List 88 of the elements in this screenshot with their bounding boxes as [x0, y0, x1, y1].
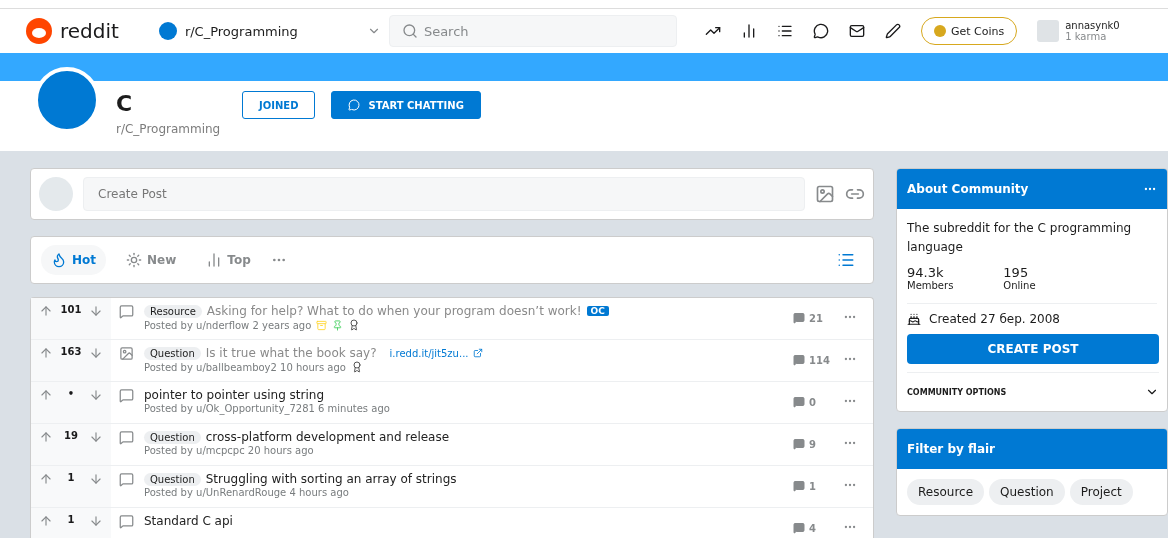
text-post-icon: [119, 472, 134, 487]
post-meta: Posted by u/ballbeamboy2 10 hours ago: [144, 361, 346, 373]
community-description: The subreddit for the C programming language: [907, 220, 1133, 256]
vote-count: 101: [59, 304, 83, 315]
post-link[interactable]: i.redd.it/jit5zu...: [389, 347, 469, 359]
stat-label: Members: [907, 280, 954, 291]
flair-filter-tag[interactable]: Project: [1069, 479, 1133, 505]
flame-icon: [51, 252, 67, 268]
upvote-icon[interactable]: [39, 346, 53, 360]
avatar-icon: [39, 177, 73, 211]
cake-icon: [907, 312, 921, 326]
reddit-logo-icon[interactable]: [26, 18, 52, 44]
comment-icon[interactable]: [793, 396, 805, 408]
chat-icon[interactable]: [812, 23, 829, 39]
panel-title: Filter by flair: [907, 442, 995, 456]
joined-button[interactable]: JOINED: [242, 91, 316, 119]
view-list-icon[interactable]: [837, 251, 855, 269]
flair-filter-tag[interactable]: Resource: [907, 479, 985, 505]
downvote-icon[interactable]: [89, 346, 103, 360]
post-title[interactable]: Asking for help? What to do when your program doesn’t work!: [206, 304, 582, 318]
external-link-icon[interactable]: [473, 348, 484, 358]
vote-count: •: [66, 388, 76, 399]
community-icon: [158, 22, 177, 40]
search-icon: [401, 23, 418, 39]
comment-count[interactable]: 0: [809, 396, 816, 408]
image-icon[interactable]: [815, 184, 835, 204]
post-title[interactable]: Struggling with sorting an array of strings: [205, 472, 457, 486]
start-chatting-button[interactable]: START CHATTING: [331, 91, 481, 119]
comment-icon[interactable]: [793, 354, 805, 366]
community-name: r/C_Programming: [116, 122, 222, 136]
logo-text[interactable]: reddit: [60, 19, 119, 43]
community-switcher[interactable]: r/C_Programming: [184, 23, 359, 39]
vote-count: 163: [59, 346, 83, 357]
stat-value: 195: [1003, 265, 1030, 280]
text-post-icon: [119, 388, 134, 403]
chat-icon: [348, 99, 361, 111]
text-post-icon: [119, 430, 134, 445]
flair-tag[interactable]: Question: [144, 472, 201, 486]
oc-badge: OC: [586, 306, 609, 316]
comment-icon[interactable]: [793, 438, 805, 450]
community-title: C: [116, 91, 134, 116]
post-meta: Posted by u/UnRenardRouge 4 hours ago: [144, 487, 349, 498]
vote-count: 19: [63, 430, 79, 441]
sort-tab[interactable]: Hot: [41, 245, 107, 275]
comment-icon[interactable]: [793, 480, 805, 492]
text-post-icon: [119, 514, 134, 529]
vote-count: 1: [66, 472, 76, 483]
downvote-icon[interactable]: [89, 514, 103, 528]
flair-tag[interactable]: Resource: [144, 304, 202, 318]
upvote-icon[interactable]: [39, 514, 53, 528]
downvote-icon[interactable]: [89, 472, 103, 486]
pen-icon[interactable]: [884, 23, 901, 39]
image-icon: [119, 346, 134, 361]
karma: 1 karma: [1065, 31, 1107, 42]
community-options[interactable]: COMMUNITY OPTIONS: [907, 387, 1007, 397]
post-title[interactable]: Standard C api: [144, 514, 233, 528]
flair-filter-tag[interactable]: Question: [989, 479, 1065, 505]
upvote-icon[interactable]: [39, 304, 53, 318]
upvote-icon[interactable]: [39, 388, 53, 402]
post-title[interactable]: Is it true what the book say?: [205, 346, 377, 360]
downvote-icon[interactable]: [89, 430, 103, 444]
flair-tag[interactable]: Question: [144, 346, 201, 360]
stat-value: 94.3k: [907, 265, 945, 280]
vote-count: 1: [66, 514, 76, 525]
coin-icon: [933, 25, 946, 37]
create-post-field[interactable]: Create Post: [83, 177, 805, 211]
post-meta: Posted by u/nderflow 2 years ago: [144, 319, 312, 331]
post-title[interactable]: cross-platform development and release: [205, 430, 450, 444]
get-coins-button[interactable]: Get Coins: [920, 17, 1018, 45]
stat-label: Online: [1003, 280, 1036, 291]
text-post-icon: [119, 304, 134, 319]
upvote-icon[interactable]: [39, 472, 53, 486]
post-meta: Posted by u/Ok_Opportunity_7281 6 minutes ago: [144, 403, 390, 414]
downvote-icon[interactable]: [89, 388, 103, 402]
sun-icon: [126, 252, 143, 268]
username[interactable]: annasynk0: [1065, 20, 1120, 31]
create-post-button[interactable]: CREATE POST: [907, 334, 1159, 364]
comment-icon[interactable]: [793, 522, 805, 534]
post-title[interactable]: pointer to pointer using string: [144, 388, 324, 402]
post-meta: Posted by u/mcpcpc 20 hours ago: [144, 445, 314, 456]
pin-icon: [332, 319, 344, 331]
flair-tag[interactable]: Question: [144, 430, 201, 444]
created-date: Created 27 бер. 2008: [929, 312, 1060, 326]
panel-title: About Community: [907, 182, 1029, 196]
downvote-icon[interactable]: [89, 304, 103, 318]
comment-icon[interactable]: [793, 312, 805, 324]
upvote-icon[interactable]: [39, 430, 53, 444]
mail-icon[interactable]: [848, 23, 865, 39]
